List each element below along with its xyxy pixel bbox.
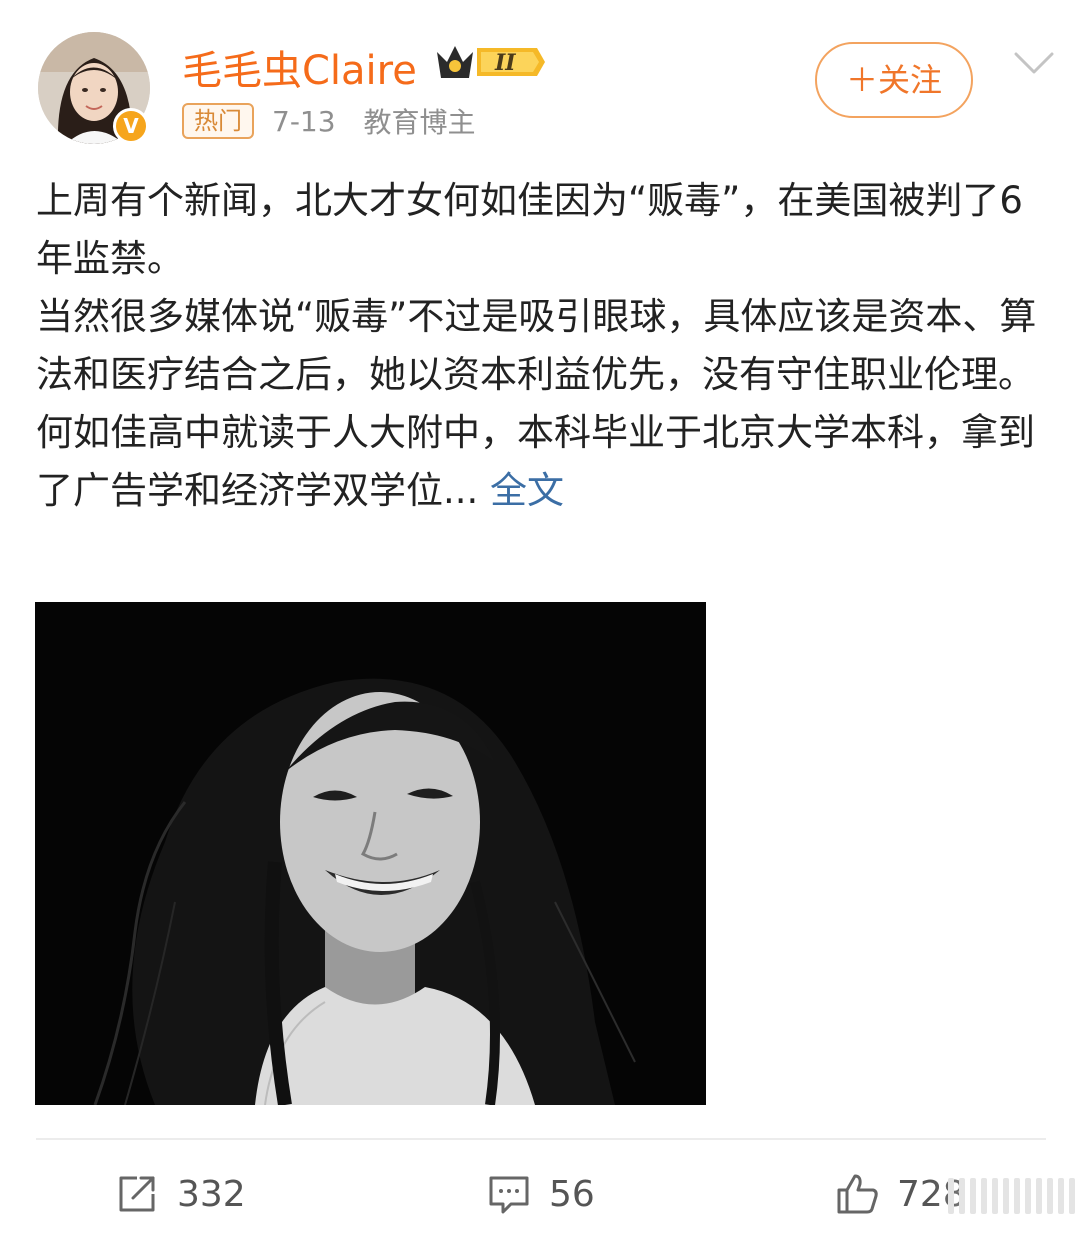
vip-level-text: II bbox=[494, 50, 516, 76]
thumbs-up-icon bbox=[837, 1174, 878, 1214]
post-paragraph: 当然很多媒体说“贩毒”不过是吸引眼球，具体应该是资本、算法和医疗结合之后，她以资… bbox=[36, 295, 1037, 396]
verified-badge-icon: V bbox=[113, 108, 149, 144]
watermark-icon bbox=[948, 1178, 1080, 1214]
read-more-link[interactable]: 全文 bbox=[478, 469, 564, 512]
post-body: 上周有个新闻，北大才女何如佳因为“贩毒”，在美国被判了6年监禁。 当然很多媒体说… bbox=[36, 172, 1046, 520]
post-paragraph: 何如佳高中就读于人大附中，本科毕业于北京大学本科，拿到了广告学和经济学双学位..… bbox=[36, 404, 1046, 520]
post-photo[interactable] bbox=[35, 602, 706, 1105]
comment-count: 56 bbox=[549, 1173, 595, 1215]
post-header: V 毛毛虫Claire II 热门 7-13 教育博主 ＋关注 bbox=[0, 0, 1080, 160]
comment-icon bbox=[489, 1176, 529, 1214]
action-bar: 332 56 728 bbox=[0, 1140, 1080, 1245]
post-meta: 热门 7-13 教育博主 bbox=[182, 101, 476, 141]
comment-button[interactable]: 56 bbox=[487, 1170, 595, 1218]
author-role: 教育博主 bbox=[363, 106, 476, 139]
repost-icon bbox=[119, 1176, 155, 1212]
repost-button[interactable]: 332 bbox=[115, 1170, 246, 1218]
chevron-down-icon[interactable] bbox=[1012, 48, 1056, 78]
vip-level-badge-icon: II bbox=[437, 46, 545, 78]
follow-button[interactable]: ＋关注 bbox=[815, 42, 973, 118]
post-date: 7-13 bbox=[272, 104, 336, 138]
hot-tag: 热门 bbox=[182, 103, 254, 139]
username[interactable]: 毛毛虫Claire bbox=[182, 38, 417, 96]
repost-count: 332 bbox=[177, 1173, 246, 1215]
portrait-photo-image bbox=[35, 602, 706, 1105]
post-paragraph: 上周有个新闻，北大才女何如佳因为“贩毒”，在美国被判了6年监禁。 bbox=[36, 179, 1023, 280]
